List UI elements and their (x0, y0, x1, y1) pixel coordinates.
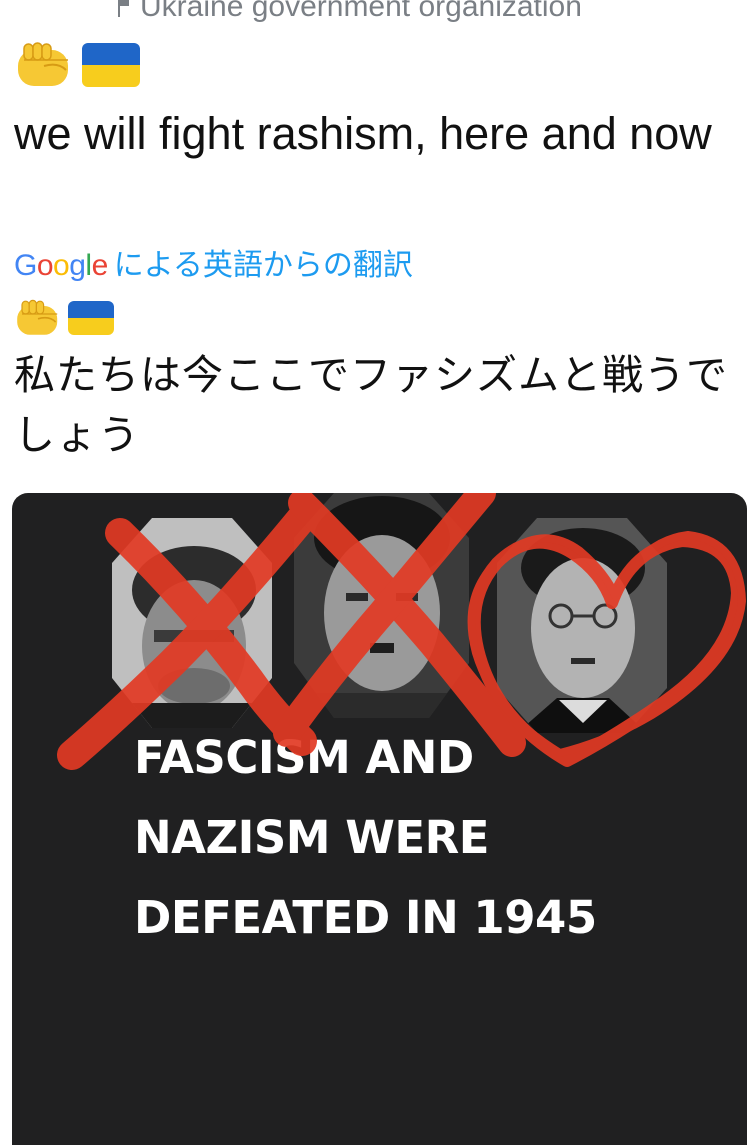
raised-fist-icon (14, 40, 74, 90)
flag-icon (118, 0, 130, 17)
google-logo: Google (14, 249, 108, 282)
tweet-screenshot: Ukraine government organization we will … (0, 0, 750, 1145)
ukraine-flag-icon (68, 301, 114, 335)
translated-emoji-row (14, 298, 114, 338)
portrait-left (112, 518, 272, 728)
slogan-line: FASCISM AND (134, 731, 474, 784)
translation-attribution[interactable]: Google による英語からの翻訳 (14, 240, 413, 284)
slogan-line: NAZISM WERE (134, 811, 489, 864)
tweet-emoji-row (14, 40, 140, 90)
tweet-media-image[interactable]: FASCISM AND NAZISM WERE DEFEATED IN 1945 (12, 493, 747, 1145)
raised-fist-icon (14, 298, 62, 338)
translated-text: 私たちは今ここでファシズムと戦うでしょう (14, 351, 728, 459)
org-label-text: Ukraine government organization (140, 0, 582, 23)
org-label[interactable]: Ukraine government organization (118, 0, 582, 24)
slogan-text: FASCISM AND NAZISM WERE DEFEATED IN 1945 (134, 718, 597, 958)
translate-label: による英語からの翻訳 (113, 249, 413, 282)
slogan-line: DEFEATED IN 1945 (134, 891, 597, 944)
tweet-text: we will fight rashism, here and now (14, 108, 712, 159)
ukraine-flag-icon (82, 43, 140, 87)
portrait-right (497, 518, 667, 733)
portrait-middle (294, 493, 469, 718)
